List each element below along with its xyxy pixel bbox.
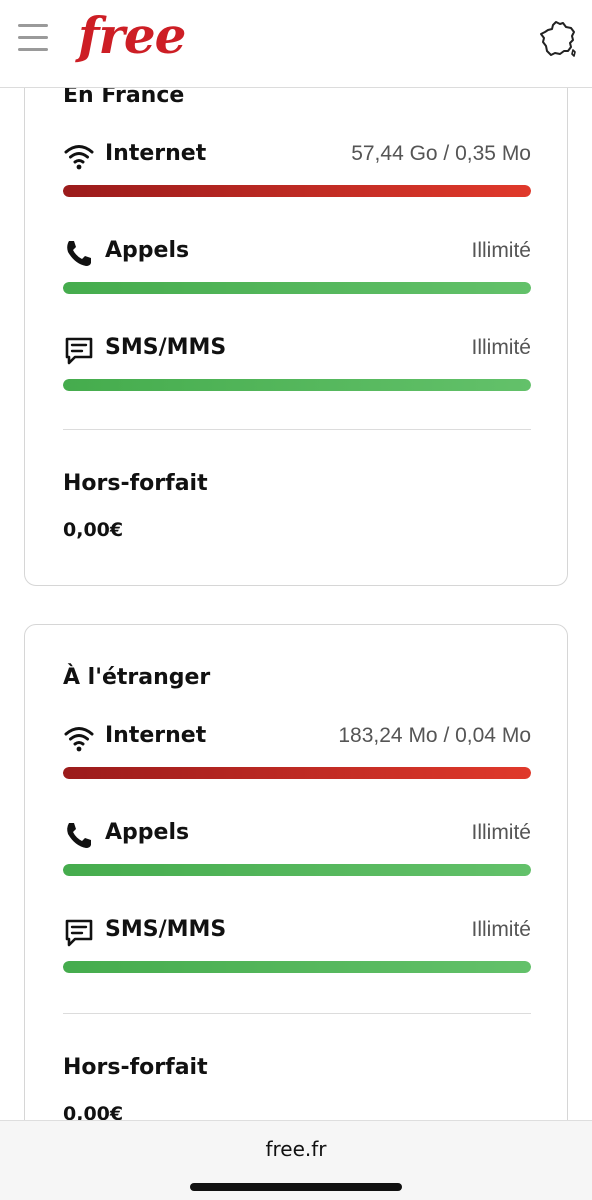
usage-bar-fill <box>63 961 531 973</box>
usage-label: Internet <box>105 723 207 748</box>
usage-value: Illimité <box>471 239 531 262</box>
france-map-icon[interactable] <box>538 20 578 58</box>
content-scroll[interactable]: En France Internet 57,44 Go / 0,35 Mo Ap… <box>0 88 592 1120</box>
usage-row-internet[interactable]: Internet 57,44 Go / 0,35 Mo <box>63 139 531 173</box>
usage-bar-fill <box>63 767 531 779</box>
usage-bar-sms <box>63 961 531 973</box>
app-header: free <box>0 0 592 88</box>
divider <box>63 1013 531 1014</box>
browser-bottom-bar: free.fr <box>0 1120 592 1200</box>
divider <box>63 429 531 430</box>
usage-bar-internet <box>63 767 531 779</box>
usage-label: SMS/MMS <box>105 335 227 360</box>
sms-icon <box>65 919 93 947</box>
usage-bar-appels <box>63 864 531 876</box>
usage-label: Appels <box>105 238 190 263</box>
usage-bar-fill <box>63 282 531 294</box>
usage-row-internet[interactable]: Internet 183,24 Mo / 0,04 Mo <box>63 721 531 755</box>
usage-label: SMS/MMS <box>105 917 227 942</box>
wifi-icon <box>64 727 94 752</box>
usage-bar-appels <box>63 282 531 294</box>
url-bar[interactable]: free.fr <box>0 1137 592 1161</box>
page: free En France Internet 57,44 Go / 0,35 … <box>0 0 592 1200</box>
home-indicator[interactable] <box>190 1183 402 1191</box>
phone-icon <box>67 823 91 848</box>
sms-icon <box>65 337 93 365</box>
hamburger-menu-icon[interactable] <box>18 24 48 52</box>
hors-forfait-title: Hors-forfait <box>63 471 208 496</box>
usage-value: Illimité <box>471 821 531 844</box>
hors-forfait-value: 0,00€ <box>63 519 124 541</box>
usage-label: Internet <box>105 141 207 166</box>
usage-value: 57,44 Go / 0,35 Mo <box>351 142 531 165</box>
card-en-france: En France Internet 57,44 Go / 0,35 Mo Ap… <box>24 88 568 586</box>
usage-bar-sms <box>63 379 531 391</box>
usage-row-sms[interactable]: SMS/MMS Illimité <box>63 333 531 367</box>
usage-bar-internet <box>63 185 531 197</box>
usage-value: Illimité <box>471 336 531 359</box>
usage-row-appels[interactable]: Appels Illimité <box>63 236 531 270</box>
usage-label: Appels <box>105 820 190 845</box>
usage-value: Illimité <box>471 918 531 941</box>
usage-bar-fill <box>63 379 531 391</box>
usage-row-sms[interactable]: SMS/MMS Illimité <box>63 915 531 949</box>
usage-bar-fill <box>63 864 531 876</box>
hors-forfait-title: Hors-forfait <box>63 1055 208 1080</box>
wifi-icon <box>64 145 94 170</box>
usage-value: 183,24 Mo / 0,04 Mo <box>338 724 531 747</box>
usage-row-appels[interactable]: Appels Illimité <box>63 818 531 852</box>
hors-forfait-value: 0,00€ <box>63 1103 124 1120</box>
free-logo[interactable]: free <box>78 6 186 65</box>
section-title: À l'étranger <box>63 665 211 690</box>
section-title: En France <box>63 88 185 108</box>
card-a-l-etranger: À l'étranger Internet 183,24 Mo / 0,04 M… <box>24 624 568 1120</box>
phone-icon <box>67 241 91 266</box>
usage-bar-fill <box>63 185 531 197</box>
